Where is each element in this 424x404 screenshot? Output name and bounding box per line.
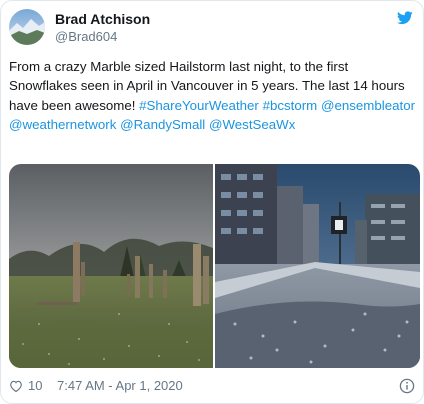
tweet-media[interactable] bbox=[9, 164, 420, 368]
heart-icon bbox=[10, 380, 22, 393]
info-icon[interactable] bbox=[399, 378, 415, 394]
snowy-city-sidewalk-photo[interactable] bbox=[215, 164, 420, 368]
author-handle[interactable]: @Brad604 bbox=[55, 28, 150, 45]
mention-link[interactable]: @ensembleator bbox=[321, 98, 415, 113]
like-button[interactable]: 10 bbox=[9, 377, 42, 395]
tweet-card: Brad Atchison @Brad604 From a crazy Marb… bbox=[0, 0, 424, 404]
twitter-bird-icon[interactable] bbox=[397, 11, 413, 25]
tweet-timestamp[interactable]: 7:47 AM - Apr 1, 2020 bbox=[57, 377, 183, 395]
hashtag-link[interactable]: #ShareYourWeather bbox=[139, 98, 259, 113]
hashtag-link[interactable]: #bcstorm bbox=[263, 98, 318, 113]
author-names: Brad Atchison @Brad604 bbox=[55, 10, 150, 45]
tweet-header: Brad Atchison @Brad604 bbox=[9, 9, 415, 45]
avatar[interactable] bbox=[9, 9, 45, 45]
tweet-text: From a crazy Marble sized Hailstorm last… bbox=[9, 57, 417, 134]
mention-link[interactable]: @weathernetwork bbox=[9, 117, 116, 132]
mention-link[interactable]: @WestSeaWx bbox=[209, 117, 295, 132]
mention-link[interactable]: @RandySmall bbox=[120, 117, 205, 132]
author-display-name[interactable]: Brad Atchison bbox=[55, 10, 150, 28]
field-with-wooden-totem-posts-photo[interactable] bbox=[9, 164, 213, 368]
tweet-footer: 10 7:47 AM - Apr 1, 2020 bbox=[9, 377, 415, 395]
like-count: 10 bbox=[28, 378, 43, 393]
